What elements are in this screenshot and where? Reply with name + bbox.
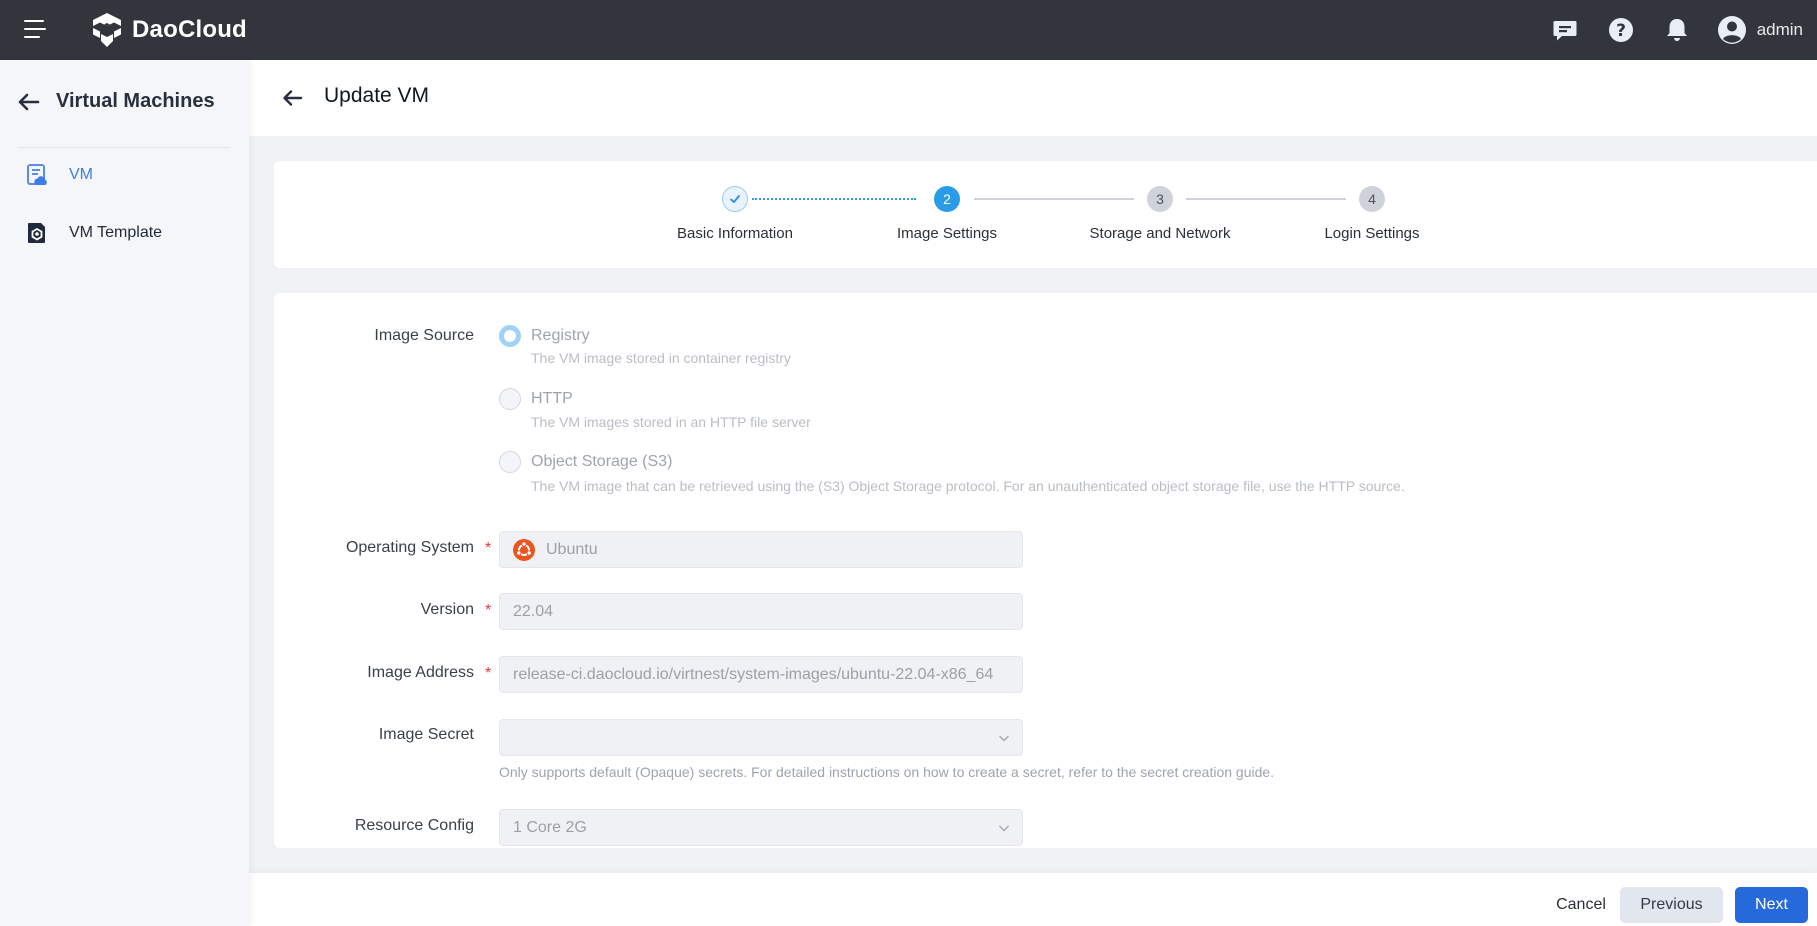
bell-icon[interactable] [1663, 16, 1691, 44]
image-address-value: release-ci.daocloud.io/virtnest/system-i… [513, 665, 994, 683]
sidebar-title: Virtual Machines [56, 90, 215, 112]
top-navbar: DaoCloud ? admin [0, 0, 1817, 60]
brand-name: DaoCloud [132, 16, 247, 43]
step-number: 2 [934, 186, 960, 212]
page-header: Update VM [249, 60, 1817, 136]
daocloud-logo-icon [93, 13, 121, 47]
image-address-label: Image Address [367, 664, 474, 681]
stepper: Basic Information 2 Image Settings 3 Sto… [274, 161, 1817, 268]
chevron-down-icon [999, 735, 1009, 742]
radio-title: Registry [531, 327, 590, 344]
sidebar-item-label: VM [69, 166, 93, 183]
next-button[interactable]: Next [1735, 887, 1808, 923]
image-settings-form: Image Source Registry The VM image store… [274, 293, 1817, 848]
sidebar-divider [18, 147, 230, 148]
help-icon[interactable]: ? [1607, 16, 1635, 44]
radio-title: Object Storage (S3) [531, 453, 673, 470]
version-label: Version [420, 601, 474, 618]
step-login-settings[interactable]: 4 Login Settings [1262, 161, 1482, 268]
brand-logo[interactable]: DaoCloud [90, 11, 247, 49]
ubuntu-icon [513, 538, 535, 561]
username: admin [1756, 20, 1803, 39]
required-asterisk: * [485, 602, 492, 619]
version-value: 22.04 [513, 602, 554, 620]
sidebar-item-vm[interactable]: VM [0, 153, 249, 197]
operating-system-field: Ubuntu [499, 531, 1023, 568]
sidebar-item-vm-template[interactable]: VM Template [0, 211, 249, 255]
radio-button[interactable] [499, 451, 521, 473]
page-title: Update VM [324, 84, 430, 107]
image-address-field: release-ci.daocloud.io/virtnest/system-i… [499, 656, 1023, 693]
image-secret-select[interactable] [499, 719, 1023, 756]
step-number: 3 [1147, 186, 1173, 212]
radio-title: HTTP [531, 390, 573, 407]
step-label: Login Settings [1324, 225, 1420, 242]
radio-description: The VM image stored in container registr… [531, 350, 791, 366]
required-asterisk: * [485, 540, 492, 557]
resource-config-value: 1 Core 2G [513, 818, 587, 836]
step-image-settings[interactable]: 2 Image Settings [837, 161, 1057, 268]
sidebar-item-label: VM Template [69, 224, 163, 241]
image-source-label: Image Source [374, 327, 474, 344]
radio-description: The VM image that can be retrieved using… [531, 478, 1405, 494]
operating-system-label: Operating System [345, 539, 474, 556]
back-arrow-icon[interactable] [281, 87, 303, 109]
step-done-circle [722, 186, 748, 212]
resource-config-label: Resource Config [354, 817, 474, 834]
step-label: Image Settings [896, 225, 998, 242]
user-avatar-icon [1717, 16, 1746, 44]
required-asterisk: * [485, 665, 492, 682]
check-icon [730, 195, 740, 203]
radio-button-checked[interactable] [499, 325, 521, 347]
sidebar: Virtual Machines VM VM Template [0, 60, 249, 926]
message-icon[interactable] [1551, 16, 1579, 44]
step-basic-information[interactable]: Basic Information [625, 161, 845, 268]
step-number: 4 [1359, 186, 1385, 212]
radio-button[interactable] [499, 388, 521, 410]
step-label: Basic Information [677, 225, 793, 242]
image-secret-hint: Only supports default (Opaque) secrets. … [499, 764, 1275, 780]
vm-icon [27, 164, 47, 185]
step-label: Storage and Network [1089, 225, 1231, 242]
resource-config-select[interactable]: 1 Core 2G [499, 809, 1023, 846]
form-footer: Cancel Previous Next [249, 873, 1817, 926]
image-secret-label: Image Secret [378, 726, 474, 743]
step-storage-and-network[interactable]: 3 Storage and Network [1050, 161, 1270, 268]
operating-system-value: Ubuntu [546, 540, 598, 558]
radio-description: The VM images stored in an HTTP file ser… [531, 414, 811, 430]
vm-template-icon [28, 223, 45, 243]
user-menu[interactable]: admin [1717, 15, 1803, 45]
menu-icon[interactable] [24, 20, 46, 39]
sidebar-back-link[interactable]: Virtual Machines [16, 90, 215, 113]
version-field: 22.04 [499, 593, 1023, 630]
previous-button[interactable]: Previous [1620, 887, 1723, 923]
arrow-left-icon [18, 93, 40, 110]
chevron-down-icon [999, 825, 1009, 832]
svg-text:?: ? [1616, 21, 1626, 41]
cancel-button[interactable]: Cancel [1544, 887, 1618, 923]
